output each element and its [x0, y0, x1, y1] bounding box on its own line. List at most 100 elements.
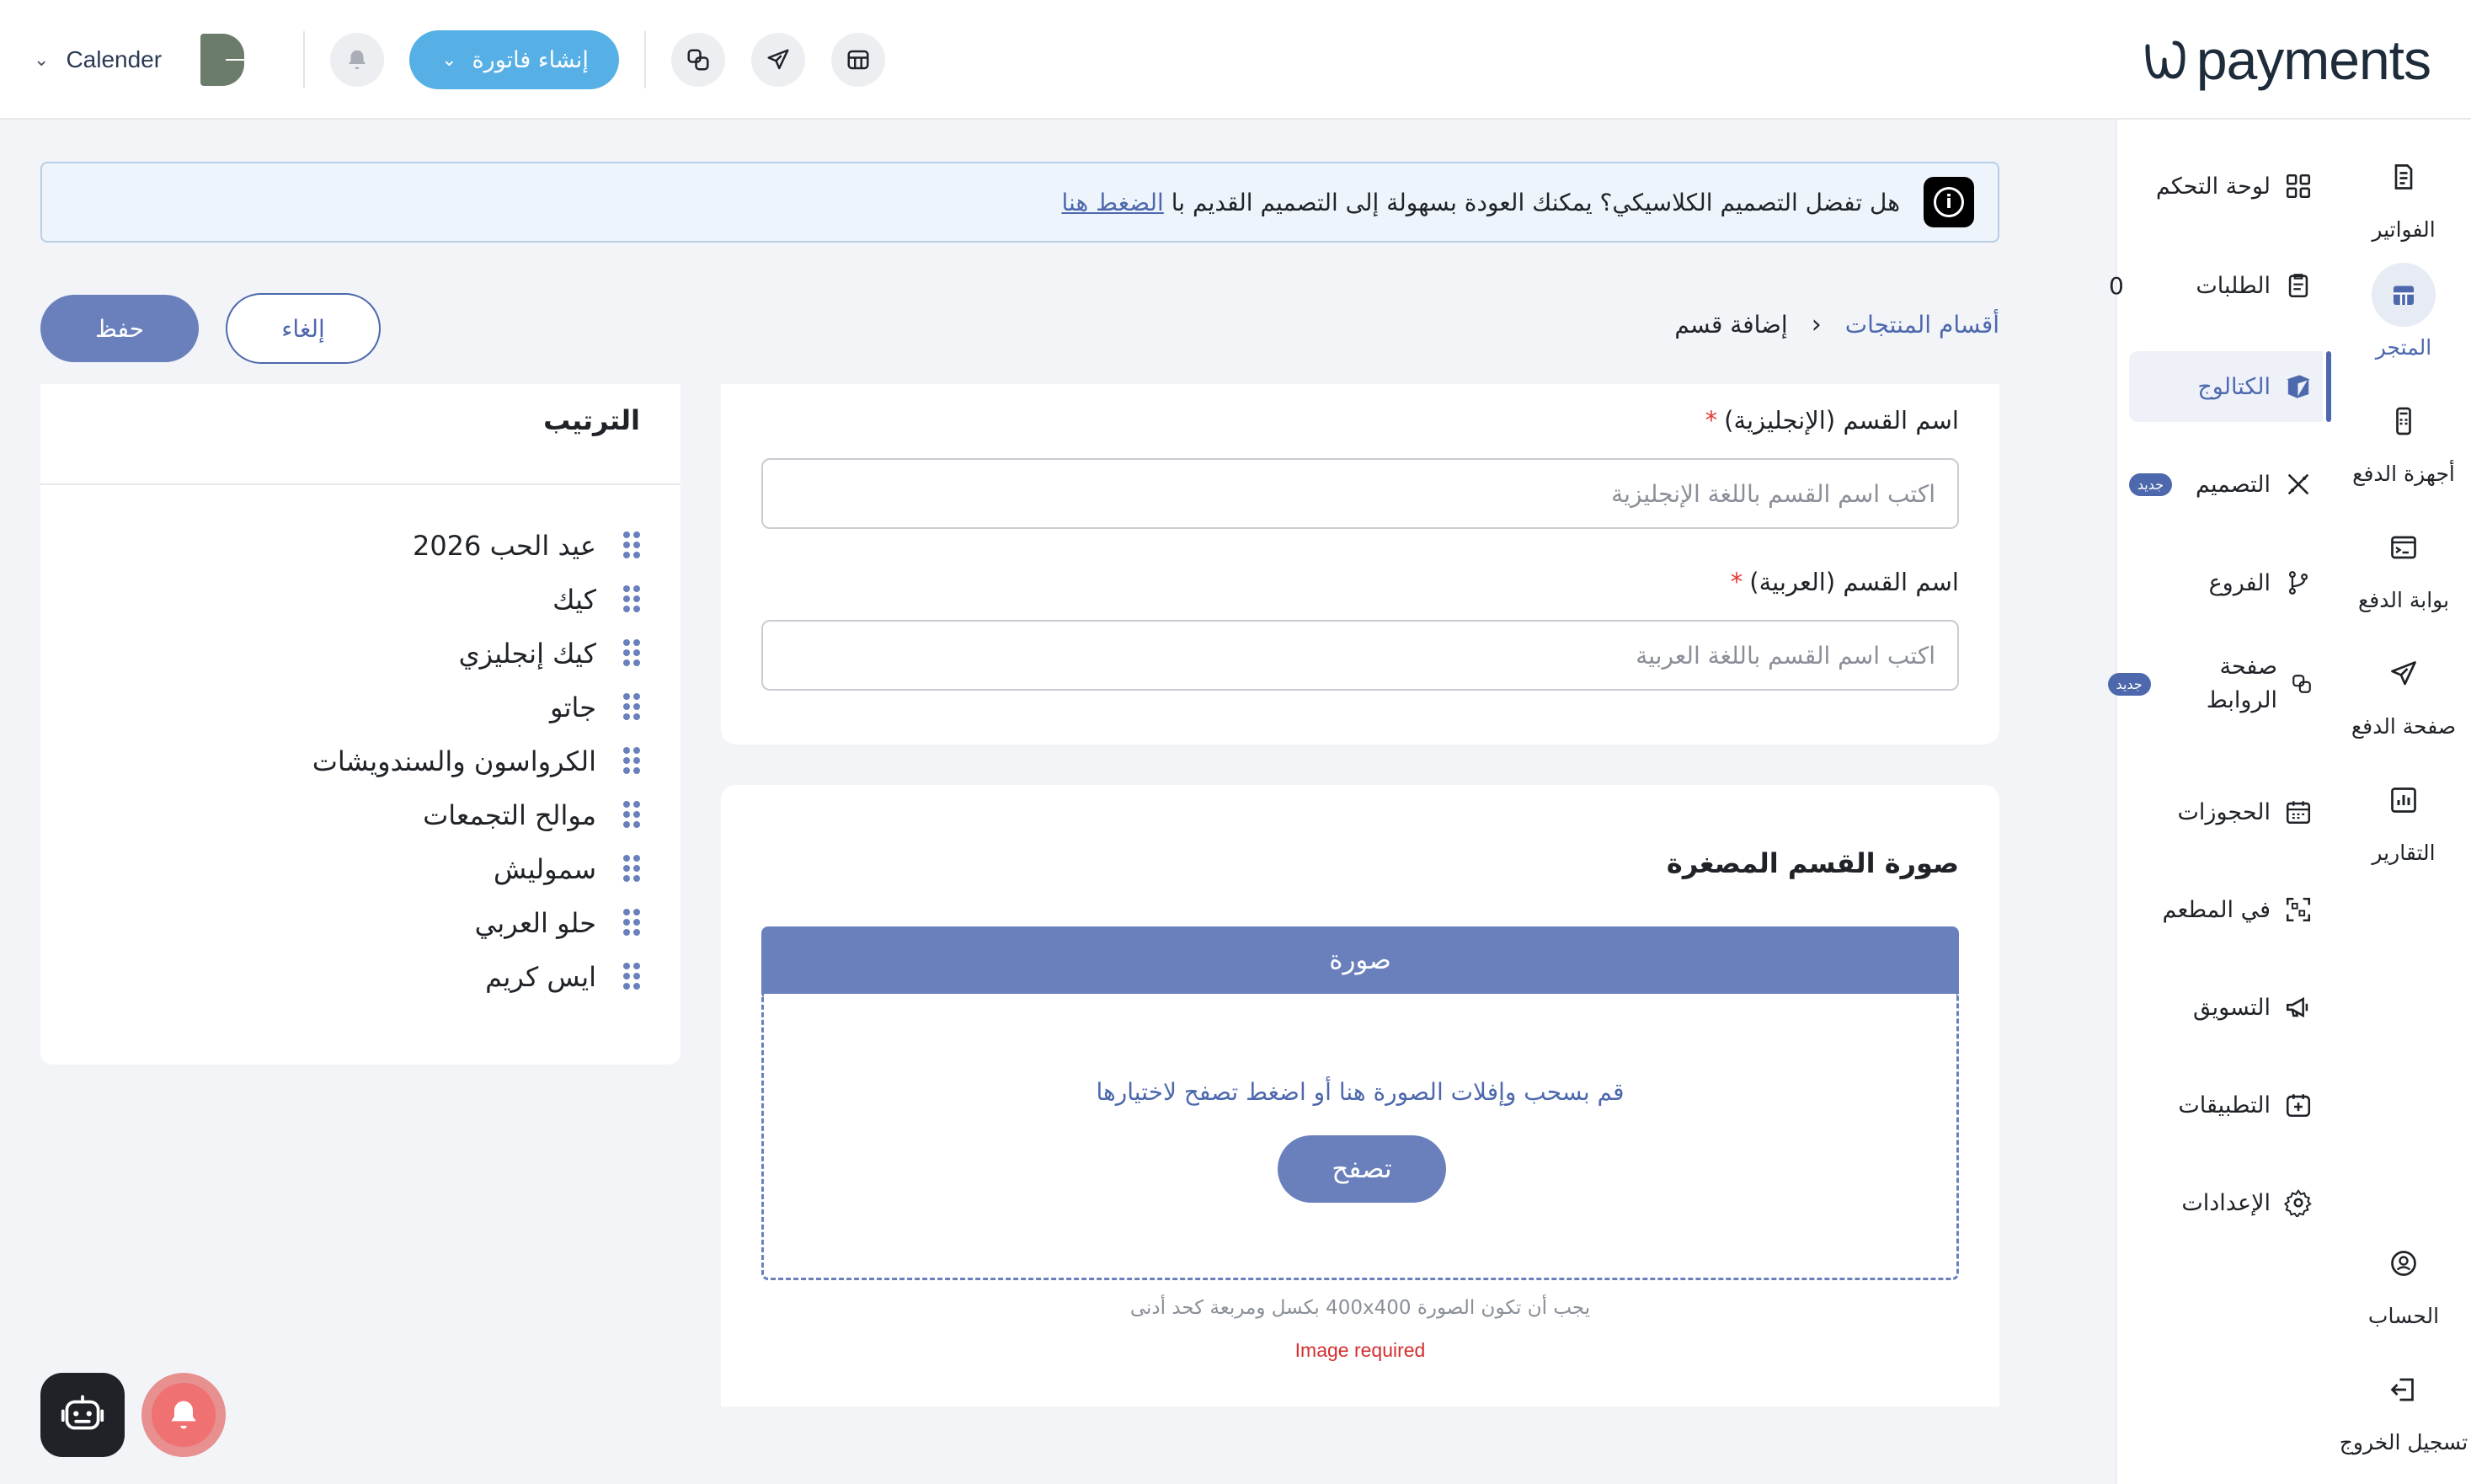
notifications-button[interactable]	[330, 33, 385, 87]
submenu-item-dashboard[interactable]: لوحة التحكم	[2116, 151, 2336, 222]
image-dropzone[interactable]: قم بسحب وإفلات الصورة هنا أو اضغط تصفح ل…	[761, 994, 1959, 1280]
rail-item-pay-page[interactable]: صفحة الدفع	[2336, 642, 2471, 739]
rail-item-label: المتجر	[2375, 335, 2432, 360]
submenu-item-branches[interactable]: الفروع	[2116, 547, 2336, 618]
send-shortcut-button[interactable]	[750, 33, 805, 87]
list-item[interactable]: موالح التجمعات	[312, 788, 640, 842]
drag-handle-icon[interactable]	[622, 693, 640, 722]
list-item-label: الكرواسون والسندويشات	[312, 745, 596, 777]
rail-item-label: بوابة الدفع	[2357, 588, 2450, 612]
robot-icon	[61, 1395, 104, 1430]
branches-icon	[2288, 571, 2308, 595]
list-item[interactable]: سموليش	[312, 842, 640, 896]
send-icon	[2391, 661, 2416, 686]
top-bar: payments ⌄ Calender إنشاء فاتورة ⌄	[0, 0, 2471, 120]
submenu-item-label: الفروع	[2208, 569, 2271, 596]
name-en-input[interactable]	[761, 458, 1959, 529]
submenu-item-settings[interactable]: الإعدادات	[2116, 1167, 2336, 1238]
list-item[interactable]: ايس كريم	[312, 950, 640, 1004]
breadcrumb: أقسام المنتجات ‹ إضافة قسم	[1674, 310, 1999, 339]
submenu-item-label: الإعدادات	[2181, 1189, 2271, 1216]
dropzone-text: قم بسحب وإفلات الصورة هنا أو اضغط تصفح ل…	[1096, 1078, 1625, 1106]
reports-icon	[2391, 787, 2416, 813]
category-order-list: عيد الحب 2026 كيك كيك إنجليزي جاتو الكرو…	[312, 519, 640, 1004]
drag-handle-icon[interactable]	[622, 909, 640, 937]
brand-mark-icon	[2145, 40, 2185, 79]
divider	[303, 31, 306, 88]
rail-item-account[interactable]: الحساب	[2336, 1231, 2471, 1328]
breadcrumb-current: إضافة قسم	[1674, 311, 1788, 339]
chevron-down-icon: ⌄	[441, 49, 457, 71]
info-icon: i	[1924, 177, 1974, 227]
breadcrumb-parent-link[interactable]: أقسام المنتجات	[1845, 311, 1999, 339]
submenu-item-catalog[interactable]: الكتالوج	[2129, 351, 2331, 422]
category-name-card: اسم القسم (الإنجليزية)* اسم القسم (العرب…	[721, 384, 1999, 745]
banner-text: هل تفضل التصميم الكلاسيكي؟ يمكنك العودة …	[1171, 188, 1900, 216]
submenu-item-label: لوحة التحكم	[2155, 173, 2271, 200]
chatbot-button[interactable]	[40, 1373, 125, 1457]
rail-item-invoices[interactable]: الفواتير	[2336, 145, 2471, 242]
dashboard-icon	[2286, 173, 2311, 199]
brand-logo[interactable]: payments	[2143, 29, 2431, 91]
store-shortcut-button[interactable]	[830, 33, 885, 87]
rail-item-reports[interactable]: التقارير	[2336, 768, 2471, 865]
submenu-item-links-page[interactable]: صفحة الروابط جديد	[2107, 642, 2336, 726]
cancel-button[interactable]: إلغاء	[226, 293, 381, 364]
brand-name: payments	[2196, 29, 2431, 91]
submenu-item-label-line1: صفحة	[2219, 654, 2278, 680]
header-tools: ⌄ Calender إنشاء فاتورة ⌄	[34, 24, 885, 96]
divider	[40, 483, 680, 485]
drag-handle-icon[interactable]	[622, 855, 640, 883]
calendar-dropdown[interactable]: ⌄ Calender	[34, 46, 162, 73]
list-item[interactable]: كيك	[312, 573, 640, 627]
chevron-down-icon: ⌄	[34, 49, 50, 70]
submenu-item-design[interactable]: التصميم جديد	[2116, 449, 2336, 520]
drag-handle-icon[interactable]	[622, 531, 640, 560]
rail-item-pos-devices[interactable]: أجهزة الدفع	[2336, 389, 2471, 486]
list-item[interactable]: الكرواسون والسندويشات	[312, 734, 640, 788]
save-button[interactable]: حفظ	[40, 295, 199, 362]
drag-handle-icon[interactable]	[622, 585, 640, 614]
list-item[interactable]: حلو العربي	[312, 896, 640, 950]
switch-to-classic-link[interactable]: الضغط هنا	[1062, 189, 1164, 216]
list-item[interactable]: كيك إنجليزي	[312, 627, 640, 681]
merchant-logo[interactable]	[200, 34, 245, 86]
rail-item-label: التقارير	[2372, 841, 2436, 865]
drag-handle-icon[interactable]	[622, 801, 640, 830]
drag-handle-icon[interactable]	[622, 747, 640, 776]
links-icon	[687, 49, 709, 71]
chevron-left-icon: ‹	[1811, 310, 1822, 339]
catalog-icon	[2287, 375, 2310, 399]
submenu-item-bookings[interactable]: الحجوزات	[2116, 777, 2336, 847]
list-item-label: حلو العربي	[474, 907, 596, 939]
name-en-label-text: اسم القسم (الإنجليزية)	[1724, 406, 1959, 435]
megaphone-icon	[2286, 996, 2308, 1018]
list-item-label: جاتو	[550, 691, 596, 723]
list-item[interactable]: جاتو	[312, 681, 640, 734]
rail-item-gateway[interactable]: بوابة الدفع	[2336, 515, 2471, 612]
submenu-item-orders[interactable]: الطلبات 0	[2109, 250, 2336, 321]
calendar-label: Calender	[66, 46, 163, 72]
apps-icon	[2286, 1094, 2311, 1118]
submenu-item-marketing[interactable]: التسويق	[2116, 972, 2336, 1043]
qr-icon	[2286, 897, 2311, 922]
thumbnail-card: صورة القسم المصغرة صورة قم بسحب وإفلات ا…	[721, 785, 1999, 1407]
list-item-label: عيد الحب 2026	[412, 530, 596, 562]
name-ar-input[interactable]	[761, 620, 1959, 691]
create-invoice-button[interactable]: إنشاء فاتورة ⌄	[409, 30, 619, 89]
drag-handle-icon[interactable]	[622, 963, 640, 991]
browse-button[interactable]: تصفح	[1278, 1135, 1446, 1203]
rail-item-store[interactable]: المتجر	[2336, 263, 2471, 360]
submenu-item-in-restaurant[interactable]: في المطعم	[2116, 874, 2336, 945]
links-shortcut-button[interactable]	[670, 33, 725, 87]
submenu-item-apps[interactable]: التطبيقات	[2116, 1070, 2336, 1140]
submenu-item-label: التصميم	[2195, 471, 2271, 498]
submenu-item-label: الكتالوج	[2197, 373, 2271, 400]
banner-message: هل تفضل التصميم الكلاسيكي؟ يمكنك العودة …	[1062, 189, 1901, 216]
drag-handle-icon[interactable]	[622, 639, 640, 668]
calendar-icon	[2286, 801, 2311, 825]
rail-item-logout[interactable]: تسجيل الخروج	[2336, 1358, 2471, 1455]
alerts-button[interactable]	[141, 1373, 226, 1457]
list-item[interactable]: عيد الحب 2026	[312, 519, 640, 573]
bell-icon	[349, 50, 366, 70]
